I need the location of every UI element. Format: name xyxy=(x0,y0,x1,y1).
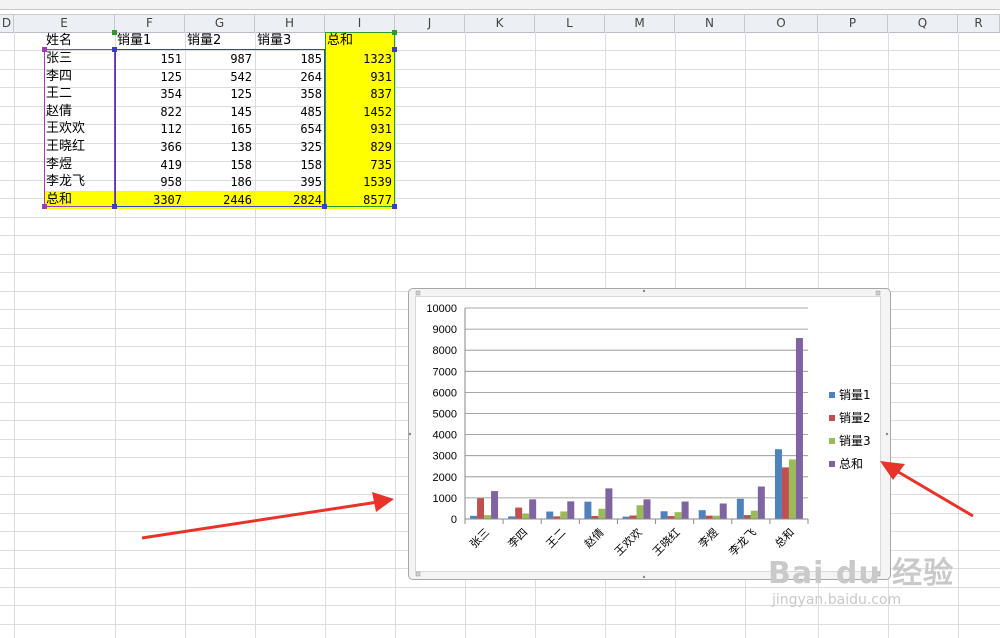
red-arrow-left xyxy=(141,492,394,540)
baidu-watermark: Bai du 经验 xyxy=(768,556,955,591)
baidu-watermark-url: jingyan.baidu.com xyxy=(772,592,902,608)
annotation-arrows xyxy=(141,461,974,540)
red-arrow-right xyxy=(880,461,974,518)
